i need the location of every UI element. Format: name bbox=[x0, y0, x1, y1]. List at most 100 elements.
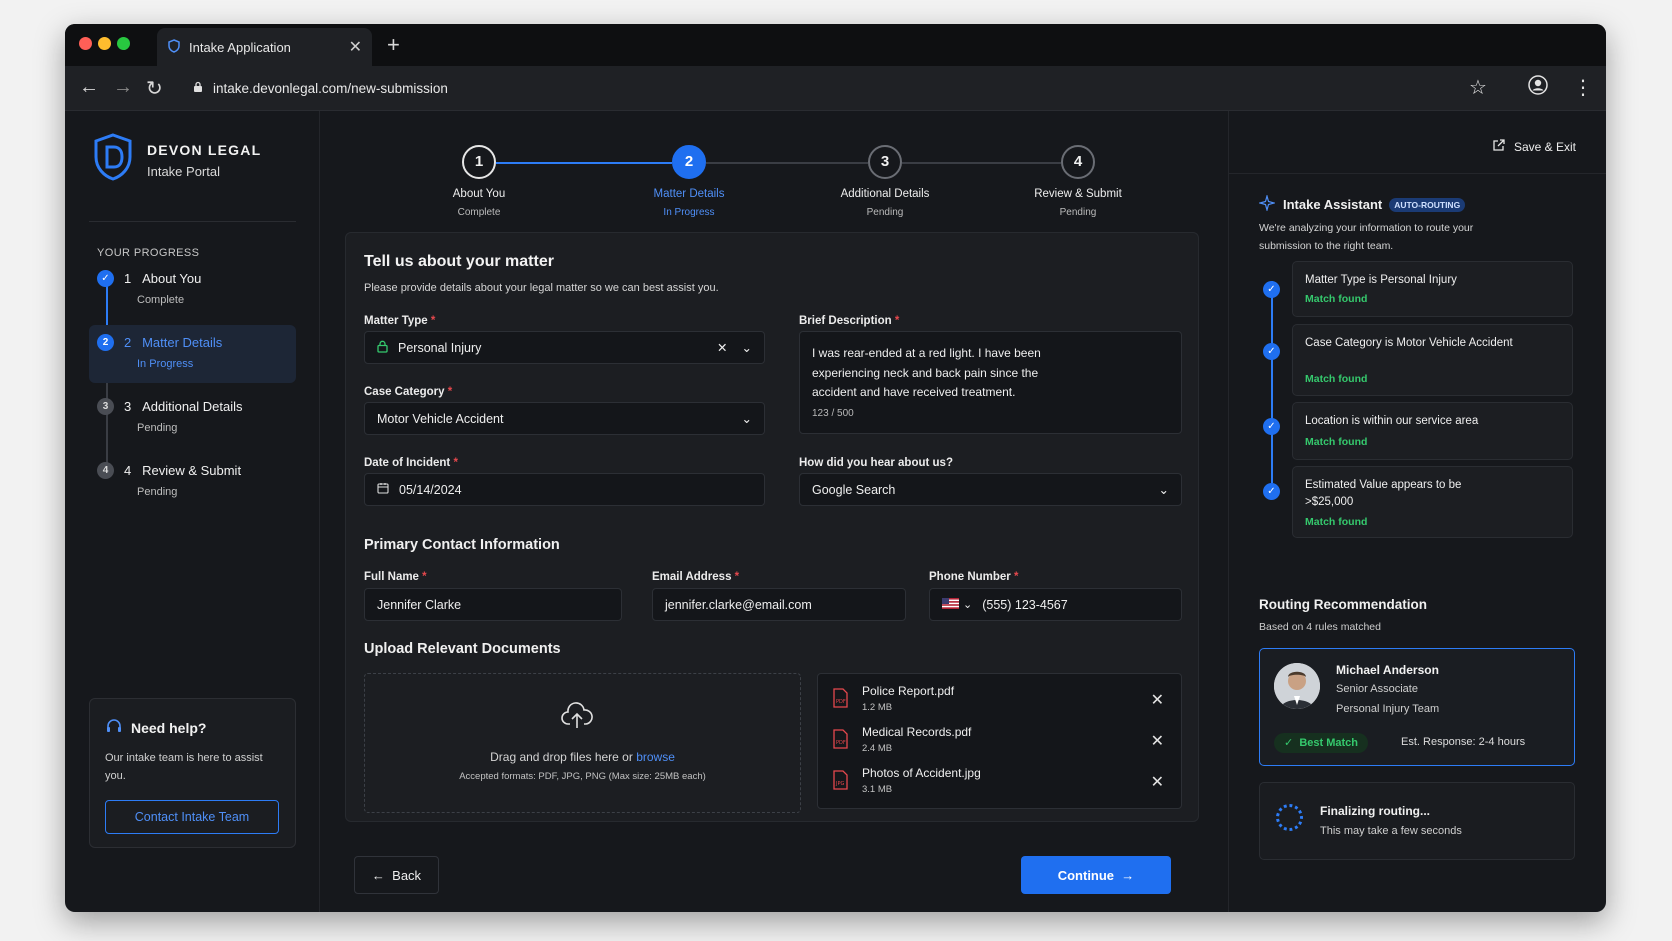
rule-text: Case Category is Motor Vehicle Accident bbox=[1305, 337, 1513, 349]
step-status: Complete bbox=[137, 294, 185, 306]
back-arrow-icon[interactable]: ← bbox=[79, 76, 99, 99]
sidebar-step-about-you[interactable]: ✓ 1 About You Complete bbox=[89, 261, 296, 319]
continue-button[interactable]: Continue → bbox=[1021, 856, 1171, 894]
clear-icon[interactable]: ✕ bbox=[717, 340, 727, 355]
logo-shield-icon bbox=[93, 133, 133, 186]
stepper-status-1: Complete bbox=[457, 207, 501, 218]
file-item: PDF Medical Records.pdf 2.4 MB ✕ bbox=[832, 725, 1172, 761]
referral-select[interactable]: Google Search ⌄ bbox=[799, 473, 1182, 506]
brand-name: DEVON LEGAL bbox=[147, 142, 262, 158]
check-icon: ✓ bbox=[97, 270, 114, 287]
dropzone-text: Drag and drop files here or bbox=[490, 750, 633, 764]
phone-input[interactable]: ⌄ (555) 123-4567 bbox=[929, 588, 1182, 621]
profile-icon[interactable] bbox=[1528, 75, 1548, 101]
brief-description-textarea[interactable]: I was rear-ended at a red light. I have … bbox=[799, 331, 1182, 434]
new-tab-button[interactable]: + bbox=[387, 32, 400, 58]
file-dropzone[interactable]: Drag and drop files here or browse Accep… bbox=[364, 673, 801, 813]
calendar-icon[interactable] bbox=[377, 482, 389, 497]
full-name-input[interactable]: Jennifer Clarke bbox=[364, 588, 622, 621]
phone-value: (555) 123-4567 bbox=[982, 597, 1068, 612]
step-status: In Progress bbox=[137, 358, 194, 370]
bookmark-star-icon[interactable]: ☆ bbox=[1469, 75, 1487, 100]
browser-window: Intake Application ✕ + ← → ↻ intake.devo… bbox=[65, 24, 1606, 912]
matter-type-label: Matter Type bbox=[364, 315, 428, 327]
step-status: Pending bbox=[137, 486, 178, 498]
attorney-match-card[interactable]: Michael Anderson Senior Associate Person… bbox=[1259, 648, 1575, 766]
date-value: 05/14/2024 bbox=[399, 482, 462, 497]
step-number-badge: 4 bbox=[97, 462, 114, 479]
close-tab-icon[interactable]: ✕ bbox=[349, 37, 362, 57]
stepper-status-2: In Progress bbox=[663, 207, 715, 218]
svg-text:PDF: PDF bbox=[836, 699, 846, 705]
character-counter: 123 / 500 bbox=[812, 407, 854, 419]
remove-file-icon[interactable]: ✕ bbox=[1151, 731, 1164, 751]
file-name: Medical Records.pdf bbox=[862, 725, 972, 739]
forward-arrow-icon[interactable]: → bbox=[113, 76, 133, 99]
check-icon: ✓ bbox=[1263, 343, 1280, 360]
rule-check-card: Estimated Value appears to be >$25,000 M… bbox=[1292, 466, 1573, 538]
stepper-label-2: Matter Details bbox=[653, 188, 725, 200]
stepper-status-3: Pending bbox=[866, 207, 904, 218]
assistant-title: Intake Assistant bbox=[1283, 197, 1383, 212]
stepper-circle-4[interactable]: 4 bbox=[1061, 145, 1095, 179]
rule-text: Matter Type is Personal Injury bbox=[1305, 274, 1457, 286]
sidebar-step-review-submit[interactable]: 4 4 Review & Submit Pending bbox=[89, 453, 296, 511]
finalizing-title: Finalizing routing... bbox=[1320, 804, 1430, 818]
stepper-circle-2[interactable]: 2 bbox=[672, 145, 706, 179]
maximize-window-button[interactable] bbox=[117, 37, 130, 50]
reload-icon[interactable]: ↻ bbox=[146, 76, 163, 101]
svg-text:PDF: PDF bbox=[836, 740, 846, 746]
email-label: Email Address bbox=[652, 571, 732, 583]
svg-text:JPG: JPG bbox=[835, 781, 844, 787]
case-category-select[interactable]: Motor Vehicle Accident ⌄ bbox=[364, 402, 765, 435]
attorney-team: Personal Injury Team bbox=[1336, 703, 1440, 715]
best-match-badge: ✓ Best Match bbox=[1274, 733, 1369, 753]
stepper-circle-3[interactable]: 3 bbox=[868, 145, 902, 179]
sidebar-step-additional-details[interactable]: 3 3 Additional Details Pending bbox=[89, 389, 296, 447]
remove-file-icon[interactable]: ✕ bbox=[1151, 690, 1164, 710]
save-exit-label: Save & Exit bbox=[1513, 139, 1576, 154]
step-number-badge: 3 bbox=[97, 398, 114, 415]
file-item: JPG Photos of Accident.jpg 3.1 MB ✕ bbox=[832, 766, 1172, 802]
file-item: PDF Police Report.pdf 1.2 MB ✕ bbox=[832, 684, 1172, 720]
email-input[interactable]: jennifer.clarke@email.com bbox=[652, 588, 906, 621]
matter-type-select[interactable]: Personal Injury ✕ ⌄ bbox=[364, 331, 765, 364]
attorney-name: Michael Anderson bbox=[1336, 663, 1439, 677]
minimize-window-button[interactable] bbox=[98, 37, 111, 50]
assistant-description: We're analyzing your information to rout… bbox=[1259, 222, 1474, 252]
chevron-down-icon[interactable]: ⌄ bbox=[963, 598, 972, 611]
close-window-button[interactable] bbox=[79, 37, 92, 50]
address-field[interactable]: intake.devonlegal.com/new-submission bbox=[193, 73, 1518, 104]
stepper-line-pending bbox=[706, 162, 868, 164]
us-flag-icon[interactable] bbox=[942, 597, 959, 612]
form-card: Tell us about your matter Please provide… bbox=[345, 232, 1199, 822]
assistant-panel: Save & Exit Intake Assistant AUTO-ROUTIN… bbox=[1228, 111, 1606, 912]
auto-routing-badge: AUTO-ROUTING bbox=[1389, 197, 1466, 212]
sidebar-step-matter-details[interactable]: 2 2 Matter Details In Progress bbox=[89, 325, 296, 383]
check-icon: ✓ bbox=[1284, 737, 1294, 749]
remove-file-icon[interactable]: ✕ bbox=[1151, 772, 1164, 792]
external-link-icon bbox=[1492, 138, 1506, 155]
rule-text: Estimated Value appears to be >$25,000 bbox=[1305, 479, 1462, 508]
stepper-status-4: Pending bbox=[1059, 207, 1097, 218]
rule-text: Location is within our service area bbox=[1305, 415, 1479, 427]
back-button[interactable]: ← Back bbox=[354, 856, 439, 894]
stepper-circle-1[interactable]: 1 bbox=[462, 145, 496, 179]
brief-description-label: Brief Description bbox=[799, 315, 892, 327]
browse-link[interactable]: browse bbox=[636, 750, 675, 764]
chevron-down-icon[interactable]: ⌄ bbox=[742, 340, 752, 355]
pdf-file-icon: PDF bbox=[832, 688, 848, 713]
sidebar: DEVON LEGAL Intake Portal YOUR PROGRESS … bbox=[65, 111, 320, 912]
brand-subtitle: Intake Portal bbox=[147, 164, 220, 179]
stepper-line-pending bbox=[902, 162, 1061, 164]
browser-tab[interactable]: Intake Application ✕ bbox=[157, 28, 372, 66]
save-exit-button[interactable]: Save & Exit bbox=[1492, 138, 1576, 155]
chevron-down-icon[interactable]: ⌄ bbox=[1159, 482, 1169, 497]
menu-kebab-icon[interactable]: ⋮ bbox=[1573, 75, 1593, 100]
file-size: 1.2 MB bbox=[862, 702, 893, 713]
routing-title: Routing Recommendation bbox=[1259, 597, 1427, 612]
arrow-right-icon: → bbox=[1121, 867, 1135, 883]
contact-intake-team-button[interactable]: Contact Intake Team bbox=[105, 800, 279, 834]
chevron-down-icon[interactable]: ⌄ bbox=[742, 411, 752, 426]
date-of-incident-input[interactable]: 05/14/2024 bbox=[364, 473, 765, 506]
